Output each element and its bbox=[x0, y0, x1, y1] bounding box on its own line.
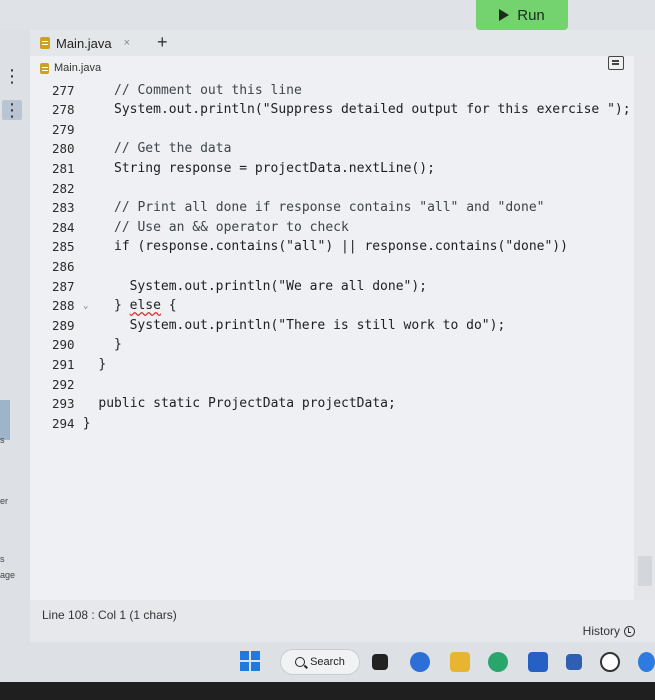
run-button[interactable]: Run bbox=[476, 0, 568, 30]
scrollbar-thumb[interactable] bbox=[638, 556, 652, 586]
line-number: 287 bbox=[52, 278, 75, 294]
tab-main-java[interactable]: Main.java × bbox=[40, 30, 130, 56]
java-file-icon bbox=[40, 62, 49, 74]
sidebar-scroll-edge bbox=[0, 400, 10, 440]
left-sidebar: ⋮ ⋮ s er s age bbox=[0, 30, 30, 642]
code-text: if (response.contains("all") || response… bbox=[114, 239, 568, 255]
line-number: 285 bbox=[52, 239, 75, 255]
search-icon bbox=[295, 657, 306, 667]
code-comment: // Comment out this line bbox=[114, 82, 302, 98]
file-explorer-icon[interactable] bbox=[450, 652, 470, 672]
code-line[interactable]: 289 System.out.println("There is still wo… bbox=[30, 315, 634, 335]
teams-chat-icon[interactable] bbox=[410, 652, 430, 672]
code-text: System.out.println("Suppress detailed ou… bbox=[114, 102, 631, 118]
code-line[interactable]: 290} bbox=[30, 335, 634, 355]
code-comment: // Use an && operator to check bbox=[114, 219, 349, 235]
dell-icon[interactable] bbox=[600, 652, 620, 672]
mail-icon[interactable] bbox=[528, 652, 548, 672]
close-icon[interactable]: × bbox=[124, 37, 130, 49]
code-line[interactable]: 287 System.out.println("We are all done")… bbox=[30, 276, 634, 296]
more-options-icon[interactable]: ⋮ bbox=[2, 66, 22, 86]
windows-taskbar: Search bbox=[0, 642, 655, 682]
line-number: 281 bbox=[52, 160, 75, 176]
code-line[interactable]: 294} bbox=[30, 413, 634, 433]
editor-tabbar: Main.java × + bbox=[30, 30, 655, 56]
code-text: public static ProjectData projectData; bbox=[98, 396, 396, 412]
add-tab-button[interactable]: + bbox=[157, 32, 168, 53]
top-toolbar: Run bbox=[0, 0, 655, 30]
breadcrumb: Main.java bbox=[40, 62, 101, 74]
editor-options-icon[interactable] bbox=[608, 56, 624, 70]
line-number: 277 bbox=[52, 82, 75, 98]
fold-toggle-icon[interactable]: ⌄ bbox=[83, 301, 88, 311]
task-view-icon[interactable] bbox=[372, 654, 388, 670]
taskbar-search[interactable]: Search bbox=[280, 649, 360, 675]
history-icon bbox=[624, 625, 635, 637]
code-line[interactable]: 291} bbox=[30, 354, 634, 374]
line-number: 284 bbox=[52, 219, 75, 235]
code-line[interactable]: 282 bbox=[30, 178, 634, 198]
line-number: 294 bbox=[52, 415, 75, 431]
code-editor[interactable]: Main.java 277 // Comment out this line 278… bbox=[30, 56, 634, 600]
monitor-bezel bbox=[0, 682, 655, 700]
code-text: System.out.println("We are all done"); bbox=[129, 278, 428, 294]
ide-window: Run ⋮ ⋮ s er s age Main.java × + Main.ja… bbox=[0, 0, 655, 642]
history-button[interactable]: History bbox=[583, 624, 635, 638]
line-number: 286 bbox=[52, 258, 75, 274]
code-text: } bbox=[82, 415, 91, 431]
cursor-position: Line 108 : Col 1 (1 chars) bbox=[42, 608, 177, 622]
code-line[interactable]: 286 bbox=[30, 256, 634, 276]
line-number: 280 bbox=[52, 141, 75, 157]
spellcheck-mark: else bbox=[129, 298, 161, 314]
history-label: History bbox=[582, 624, 620, 638]
breadcrumb-file: Main.java bbox=[54, 62, 102, 74]
code-line[interactable]: 278 System.out.println("Suppress detailed… bbox=[30, 100, 634, 120]
code-line[interactable]: 293 public static ProjectData projectData… bbox=[30, 394, 634, 414]
sidebar-text-fragment: age bbox=[0, 570, 16, 580]
vertical-scrollbar[interactable] bbox=[634, 56, 655, 600]
code-text: String response = projectData.nextLine()… bbox=[114, 160, 435, 176]
code-line[interactable]: 277 // Comment out this line bbox=[30, 80, 634, 100]
code-text: } bbox=[98, 356, 107, 372]
store-icon[interactable] bbox=[566, 654, 582, 670]
browser-icon[interactable] bbox=[638, 652, 655, 672]
java-file-icon bbox=[40, 37, 50, 49]
code-line[interactable]: 285 if (response.contains("all") || respo… bbox=[30, 237, 634, 257]
code-line[interactable]: 281 String response = projectData.nextLin… bbox=[30, 158, 634, 178]
more-options-icon-active[interactable]: ⋮ bbox=[2, 100, 22, 120]
tab-label: Main.java bbox=[56, 35, 112, 51]
sidebar-text-fragment: er bbox=[0, 496, 9, 506]
line-number: 293 bbox=[52, 396, 75, 412]
line-number: 292 bbox=[52, 376, 75, 392]
run-button-label: Run bbox=[517, 6, 545, 24]
code-line[interactable]: 283 // Print all done if response contain… bbox=[30, 198, 634, 218]
line-number: 291 bbox=[52, 356, 75, 372]
code-text: System.out.println("There is still work … bbox=[129, 317, 506, 333]
edge-browser-icon[interactable] bbox=[488, 652, 508, 672]
status-bar: Line 108 : Col 1 (1 chars) History bbox=[30, 600, 655, 642]
line-number: 282 bbox=[52, 180, 75, 196]
line-number: 290 bbox=[52, 337, 75, 353]
line-number: 278 bbox=[52, 102, 75, 118]
sidebar-text-fragment: s bbox=[0, 554, 5, 564]
play-icon bbox=[499, 9, 510, 21]
code-line[interactable]: 292 bbox=[30, 374, 634, 394]
code-line[interactable]: 288 ⌄ } else { bbox=[30, 296, 634, 316]
line-number: 288 bbox=[52, 298, 75, 314]
code-comment: // Get the data bbox=[114, 141, 232, 157]
code-text: } else { bbox=[114, 298, 177, 314]
line-number: 279 bbox=[52, 121, 75, 137]
sidebar-text-fragment: s bbox=[0, 435, 5, 445]
code-line[interactable]: 280 // Get the data bbox=[30, 139, 634, 159]
code-text: } bbox=[114, 337, 122, 353]
code-comment: // Print all done if response contains "… bbox=[114, 200, 545, 216]
code-line[interactable]: 284 // Use an && operator to check bbox=[30, 217, 634, 237]
taskbar-search-label: Search bbox=[310, 656, 345, 668]
windows-start-icon[interactable] bbox=[240, 651, 260, 671]
line-number: 283 bbox=[52, 200, 75, 216]
line-number: 289 bbox=[52, 317, 75, 333]
code-line[interactable]: 279 bbox=[30, 119, 634, 139]
